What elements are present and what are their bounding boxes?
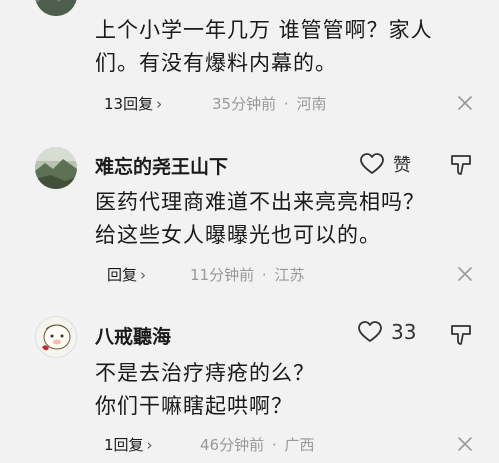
heart-icon	[360, 153, 384, 174]
avatar-landscape-icon	[35, 0, 77, 16]
like-label: 赞	[393, 155, 411, 176]
reply-label: 回复	[107, 266, 138, 284]
comment-text-line: 不是去治疗痔疮的么？	[95, 361, 315, 385]
comment-meta: 回复 › 11分钟前 · 江苏	[0, 264, 499, 284]
chevron-right-icon: ›	[140, 266, 147, 284]
comment-meta: 1回复 › 46分钟前 · 广西	[0, 434, 499, 454]
time-text: 11分钟前	[190, 266, 255, 284]
dislike-icon[interactable]	[448, 152, 474, 178]
comment-text: 医药代理商难道不出来亮亮相吗？ 给这些女人曝曝光也可以的。	[95, 186, 490, 252]
reply-button[interactable]: 1回复 ›	[104, 434, 153, 455]
close-icon[interactable]	[455, 93, 475, 113]
comment-text-line: 上个小学一年几万 谁管管啊？家人	[95, 18, 433, 42]
heart-icon	[358, 321, 382, 342]
separator: ·	[271, 436, 277, 454]
reply-label: 1回复	[104, 436, 144, 454]
comment-item: 难忘的尧王山下 赞 医药代理商难道不出来亮亮相吗？ 给这些女人曝曝光也可以的。 …	[0, 130, 499, 300]
like-button[interactable]: 赞	[359, 151, 411, 177]
location-text: 江苏	[274, 266, 305, 284]
avatar[interactable]	[35, 0, 77, 16]
avatar-landscape-icon	[35, 147, 77, 189]
time-text: 35分钟前	[212, 95, 277, 113]
comment-item: 八戒聽海 33 不是去治疗痔疮的么？ 你们干嘛瞎起哄啊？ 1回复 › 46分钟前 …	[0, 300, 499, 463]
time-text: 46分钟前	[200, 436, 265, 454]
separator: ·	[261, 266, 267, 284]
comment-item: 上个小学一年几万 谁管管啊？家人 们。有没有爆料内幕的。 13回复 › 35分钟前…	[0, 0, 499, 130]
location-text: 河南	[296, 95, 327, 113]
like-count: 33	[391, 320, 417, 344]
avatar[interactable]	[35, 147, 77, 189]
chevron-right-icon: ›	[146, 436, 153, 454]
reply-button[interactable]: 13回复 ›	[104, 93, 162, 114]
username[interactable]: 难忘的尧王山下	[95, 152, 228, 179]
username[interactable]: 八戒聽海	[95, 322, 171, 349]
comment-text: 上个小学一年几万 谁管管啊？家人 们。有没有爆料内幕的。	[95, 14, 490, 80]
comment-text-line: 医药代理商难道不出来亮亮相吗？	[95, 190, 425, 214]
like-button[interactable]: 33	[357, 320, 416, 344]
timestamp: 46分钟前 · 广西	[200, 434, 314, 455]
comment-meta: 13回复 › 35分钟前 · 河南	[0, 93, 499, 113]
reply-button[interactable]: 回复 ›	[107, 264, 146, 285]
chevron-right-icon: ›	[156, 95, 163, 113]
comment-text-line: 你们干嘛瞎起哄啊？	[95, 394, 293, 418]
dislike-icon[interactable]	[448, 322, 474, 348]
avatar-cartoon-icon	[36, 317, 76, 357]
comment-text-line: 们。有没有爆料内幕的。	[95, 51, 337, 75]
timestamp: 11分钟前 · 江苏	[190, 264, 304, 285]
close-icon[interactable]	[455, 264, 475, 284]
location-text: 广西	[284, 436, 315, 454]
comment-text: 不是去治疗痔疮的么？ 你们干嘛瞎起哄啊？	[95, 357, 490, 423]
timestamp: 35分钟前 · 河南	[212, 93, 326, 114]
reply-label: 13回复	[104, 95, 154, 113]
separator: ·	[283, 95, 289, 113]
comment-text-line: 给这些女人曝曝光也可以的。	[95, 223, 381, 247]
avatar[interactable]	[35, 316, 77, 358]
close-icon[interactable]	[455, 434, 475, 454]
